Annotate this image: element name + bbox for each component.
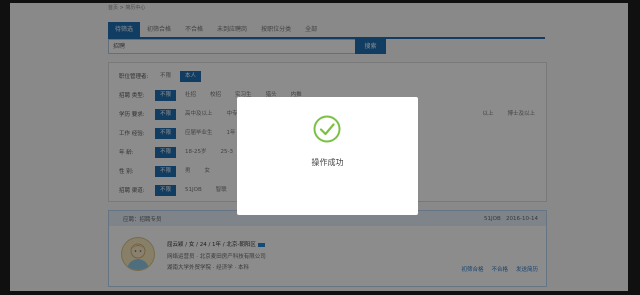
success-message: 操作成功	[311, 158, 344, 167]
success-check-icon	[313, 115, 341, 143]
success-dialog: 操作成功	[237, 97, 418, 215]
